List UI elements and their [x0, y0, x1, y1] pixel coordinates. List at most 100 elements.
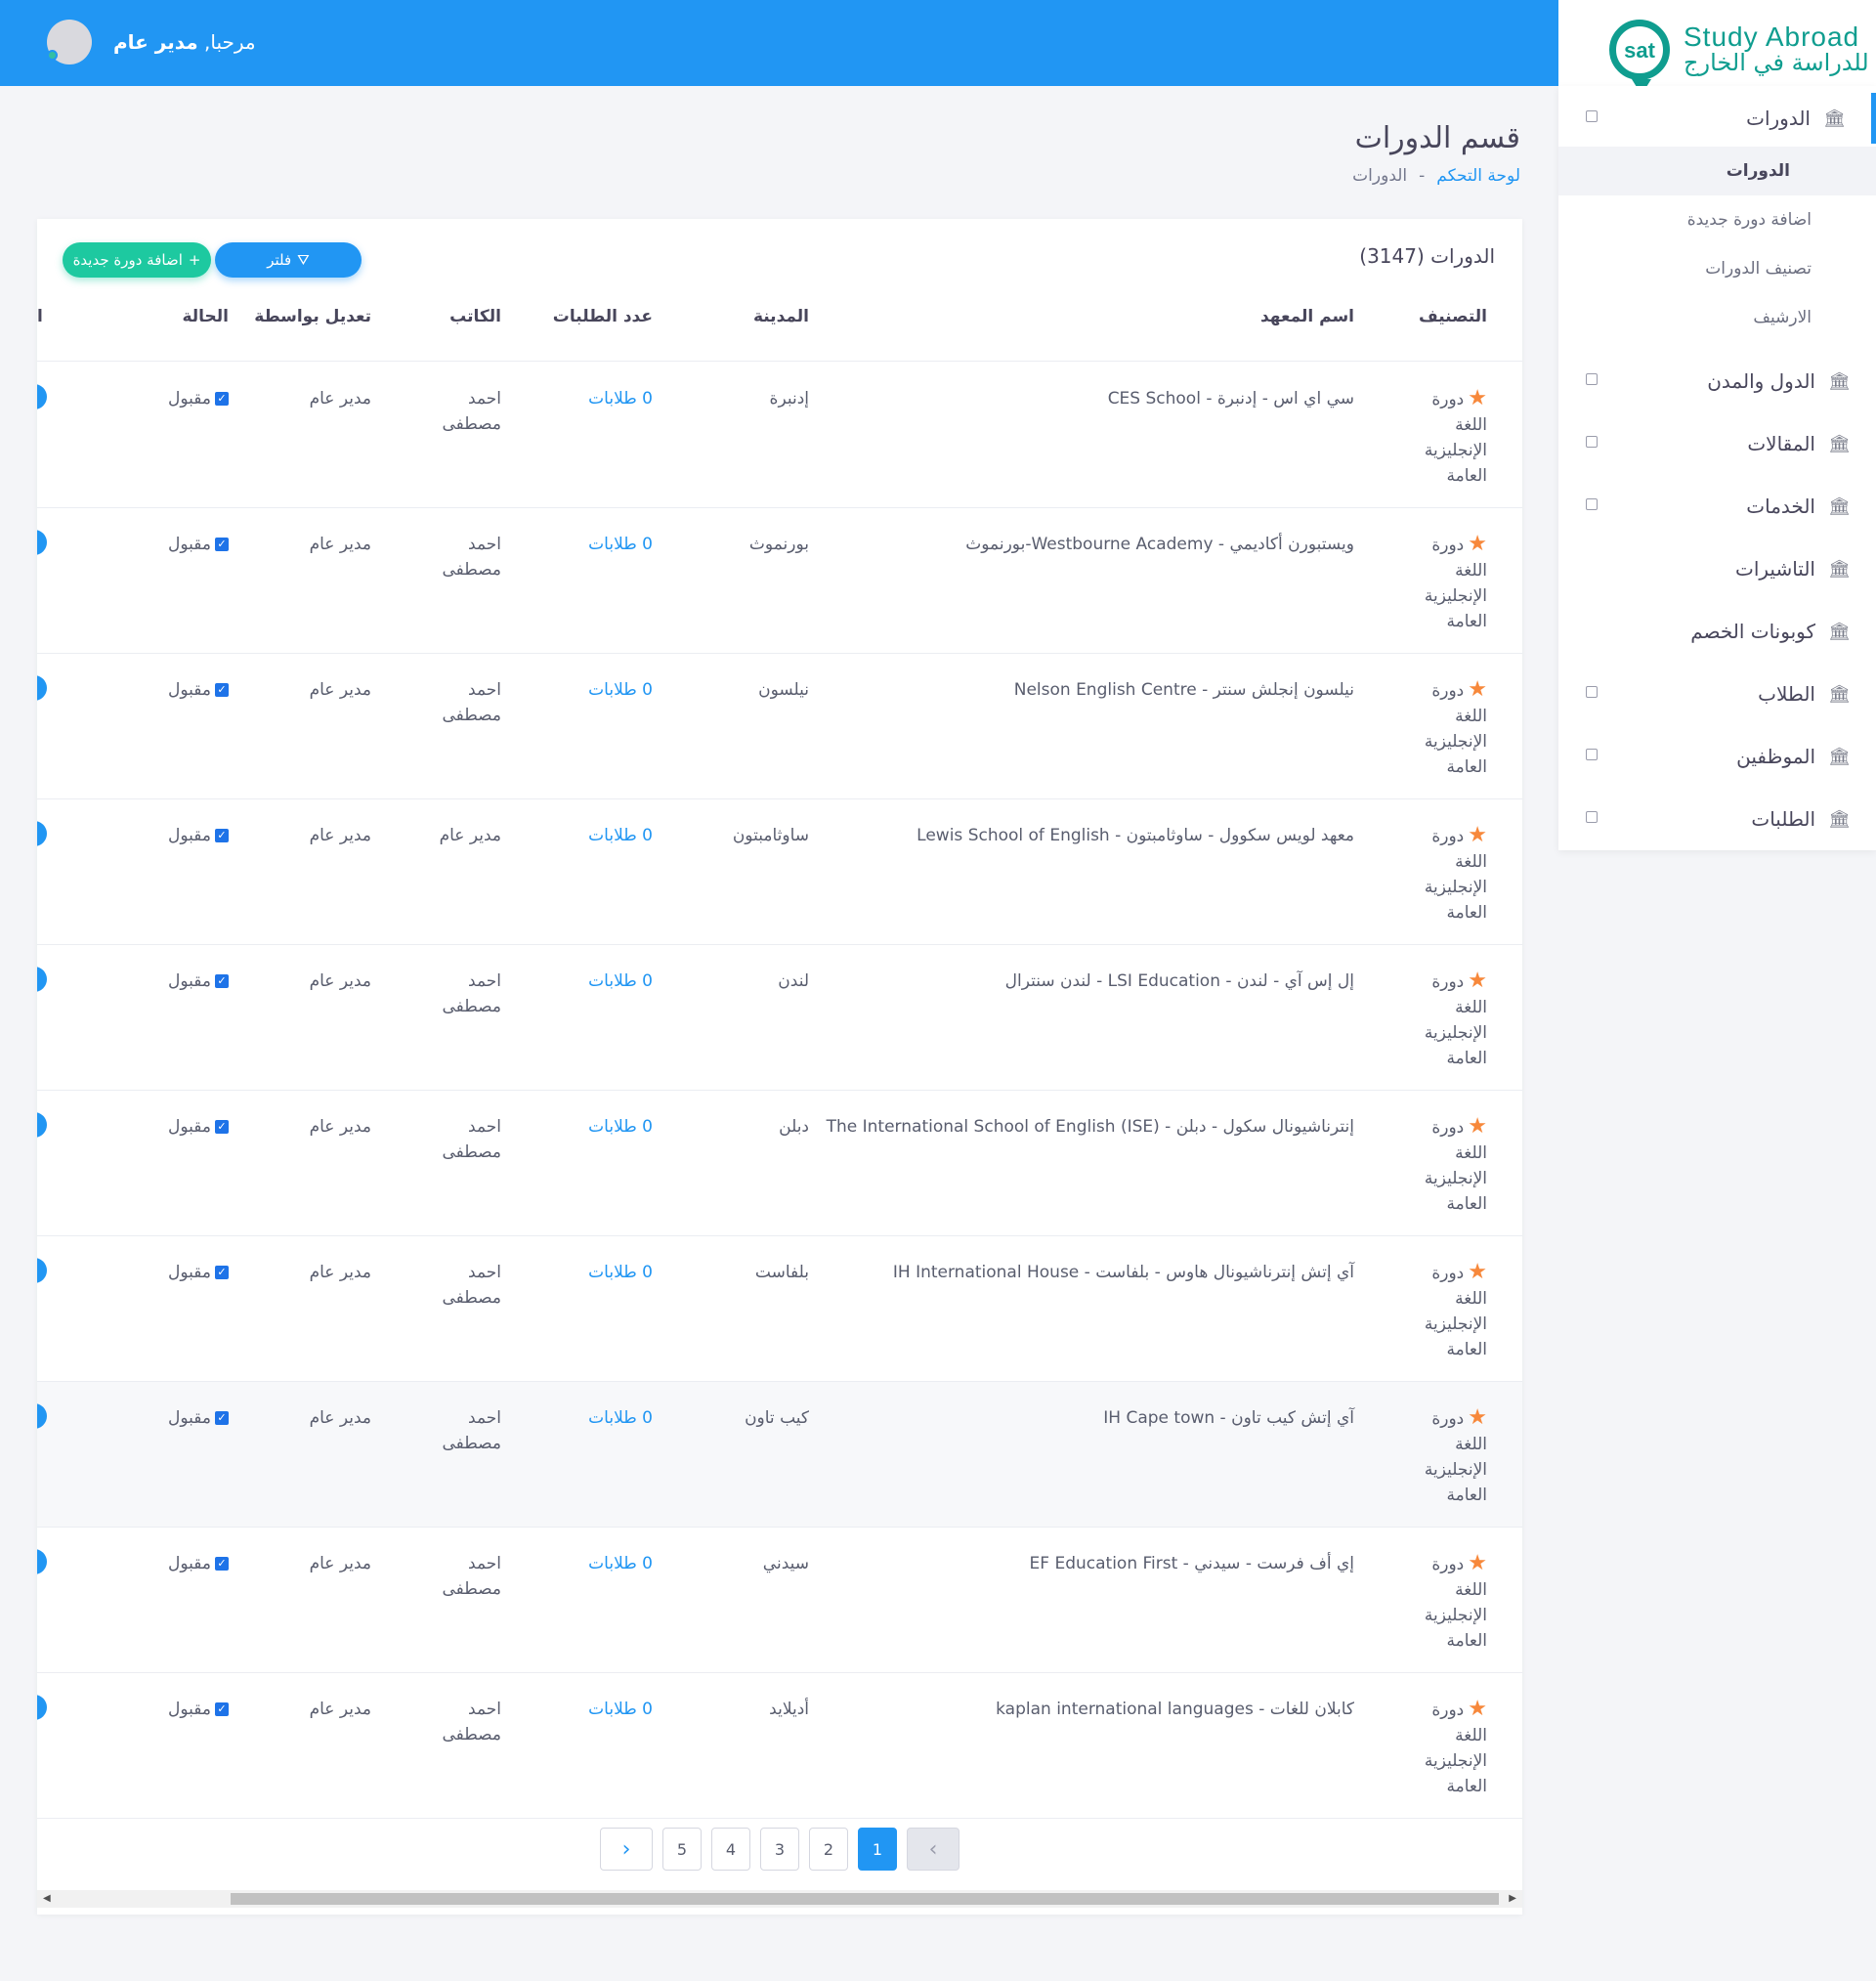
page-button[interactable]: 4: [711, 1828, 750, 1871]
table-row[interactable]: ★دورة اللغة الإنجليزية العامة سي اي اس - …: [37, 363, 1522, 508]
column-header[interactable]: التصنيف: [1419, 307, 1487, 326]
scroll-right-icon[interactable]: ▶: [1509, 1893, 1516, 1904]
filter-button[interactable]: ⛛ فلتر: [215, 242, 362, 278]
sidebar-item-employees[interactable]: 🏛 الموظفين: [1558, 731, 1876, 782]
user-menu[interactable]: مرحبا, مدير عام: [47, 20, 256, 65]
submenu-courses[interactable]: الدورات: [1558, 147, 1876, 195]
sidebar-item-label: الدول والمدن: [1707, 369, 1815, 393]
breadcrumb-home-link[interactable]: لوحة التحكم: [1436, 166, 1520, 186]
sidebar-item-students[interactable]: 🏛 الطلاب: [1558, 668, 1876, 719]
avatar[interactable]: [47, 20, 92, 65]
filter-icon: ⛛: [297, 251, 310, 269]
editor-cell: مدير عام: [309, 971, 371, 991]
requests-link[interactable]: 0 طلابات: [545, 1114, 653, 1140]
page-button[interactable]: 3: [760, 1828, 799, 1871]
table-row[interactable]: ★دورة اللغة الإنجليزية العامة إي أف فرست …: [37, 1528, 1522, 1673]
table-row[interactable]: ★دورة اللغة الإنجليزية العامة كابلان للغا…: [37, 1673, 1522, 1819]
add-course-button[interactable]: + اضافة دورة جديدة: [63, 242, 211, 278]
requests-link[interactable]: 0 طلابات: [545, 1697, 653, 1722]
sidebar-item-visas[interactable]: 🏛 التاشيرات: [1558, 543, 1876, 594]
sidebar-item-articles[interactable]: 🏛 المقالات: [1558, 418, 1876, 469]
checkbox-icon[interactable]: ✓: [215, 538, 229, 551]
requests-link[interactable]: 0 طلابات: [545, 1551, 653, 1576]
table-row[interactable]: ★دورة اللغة الإنجليزية العامة إل إس آي - …: [37, 945, 1522, 1091]
status-text: مقبول: [168, 1263, 211, 1282]
pagination: › 1 2 3 4 5 ‹: [37, 1828, 1522, 1876]
horizontal-scrollbar[interactable]: ◀ ▶: [37, 1890, 1522, 1908]
action-button[interactable]: [37, 1112, 47, 1138]
action-button[interactable]: [37, 1403, 47, 1429]
city-cell: ساوثامبتون: [732, 826, 809, 845]
action-button[interactable]: [37, 821, 47, 846]
editor-cell: مدير عام: [309, 1117, 371, 1137]
requests-link[interactable]: 0 طلابات: [545, 386, 653, 411]
page-button[interactable]: 2: [809, 1828, 848, 1871]
table-row[interactable]: ★دورة اللغة الإنجليزية العامة آي إتش إنتر…: [37, 1236, 1522, 1382]
sidebar-item-label: التاشيرات: [1735, 557, 1815, 581]
checkbox-icon[interactable]: ✓: [215, 1120, 229, 1134]
checkbox-icon[interactable]: ✓: [215, 683, 229, 697]
bank-icon: 🏛: [1828, 808, 1851, 830]
table-row[interactable]: ★دورة اللغة الإنجليزية العامة نيلسون إنجل…: [37, 654, 1522, 799]
checkbox-icon[interactable]: ✓: [215, 1557, 229, 1571]
author-cell: احمد مصطفى: [442, 971, 501, 1016]
checkbox-icon[interactable]: ✓: [215, 1411, 229, 1425]
column-header[interactable]: الكاتب: [449, 307, 501, 326]
submenu-archive[interactable]: الارشيف: [1558, 293, 1876, 342]
sidebar-item-coupons[interactable]: 🏛 كوبونات الخصم: [1558, 606, 1876, 657]
table-row[interactable]: ★دورة اللغة الإنجليزية العامة إنترناشيونا…: [37, 1091, 1522, 1236]
requests-link[interactable]: 0 طلابات: [545, 532, 653, 557]
sidebar-item-label: الطلاب: [1758, 682, 1815, 706]
action-button[interactable]: [37, 384, 47, 409]
checkbox-icon[interactable]: ✓: [215, 974, 229, 988]
status-text: مقبول: [168, 826, 211, 845]
institute-cell: إل إس آي - لندن - LSI Education - لندن س…: [1004, 971, 1354, 991]
submenu-course-categories[interactable]: تصنيف الدورات: [1558, 244, 1876, 293]
action-button[interactable]: [37, 530, 47, 555]
table-row[interactable]: ★دورة اللغة الإنجليزية العامة معهد لويس س…: [37, 799, 1522, 945]
action-button[interactable]: [37, 675, 47, 701]
sidebar-item-services[interactable]: 🏛 الخدمات: [1558, 481, 1876, 532]
page-button[interactable]: 1: [858, 1828, 897, 1871]
scrollbar-thumb[interactable]: [231, 1893, 1499, 1905]
checkbox-icon[interactable]: ✓: [215, 392, 229, 406]
category-cell: ★دورة اللغة الإنجليزية العامة: [1411, 1260, 1487, 1362]
action-button[interactable]: [37, 1258, 47, 1283]
column-header[interactable]: الحالة: [182, 307, 229, 326]
checkbox-icon[interactable]: ✓: [215, 1266, 229, 1279]
column-header[interactable]: المدينة: [753, 307, 809, 326]
status-text: مقبول: [168, 1408, 211, 1428]
next-page-button[interactable]: ‹: [600, 1828, 653, 1871]
column-header[interactable]: ا: [37, 307, 43, 326]
sidebar-item-countries[interactable]: 🏛 الدول والمدن: [1558, 356, 1876, 407]
scroll-left-icon[interactable]: ◀: [43, 1893, 51, 1904]
action-button[interactable]: [37, 967, 47, 992]
requests-link[interactable]: 0 طلابات: [545, 1405, 653, 1431]
author-cell: احمد مصطفى: [442, 1263, 501, 1308]
requests-link[interactable]: 0 طلابات: [545, 1260, 653, 1285]
brand-logo[interactable]: sat Study Abroad للدراسة في الخارج: [1558, 0, 1876, 95]
action-button[interactable]: [37, 1549, 47, 1574]
requests-link[interactable]: 0 طلابات: [545, 969, 653, 994]
checkbox-icon[interactable]: ✓: [215, 829, 229, 842]
column-header[interactable]: تعديل بواسطة: [254, 307, 371, 326]
table-row[interactable]: ★دورة اللغة الإنجليزية العامة آي إتش كيب …: [37, 1382, 1522, 1528]
sidebar-item-requests[interactable]: 🏛 الطلبات: [1558, 794, 1876, 844]
column-header[interactable]: اسم المعهد: [1260, 307, 1354, 326]
checkbox-icon[interactable]: ✓: [215, 1702, 229, 1716]
submenu-add-course[interactable]: اضافة دورة جديدة: [1558, 195, 1876, 244]
previous-page-button[interactable]: ›: [907, 1828, 959, 1871]
page-button[interactable]: 5: [662, 1828, 702, 1871]
table-row[interactable]: ★دورة اللغة الإنجليزية العامة ويستبورن أك…: [37, 508, 1522, 654]
column-header[interactable]: عدد الطلبات: [553, 307, 653, 326]
requests-link[interactable]: 0 طلابات: [545, 677, 653, 703]
requests-link[interactable]: 0 طلابات: [545, 823, 653, 848]
star-icon: ★: [1468, 1405, 1487, 1430]
expand-icon: [1586, 686, 1598, 698]
sidebar-item-label: الخدمات: [1746, 495, 1815, 518]
sidebar-item-courses[interactable]: 🏛 الدورات: [1558, 93, 1876, 144]
editor-cell: مدير عام: [309, 535, 371, 554]
institute-cell: نيلسون إنجلش سنتر - Nelson English Centr…: [1013, 680, 1354, 700]
action-button[interactable]: [37, 1695, 47, 1720]
star-icon: ★: [1468, 969, 1487, 993]
